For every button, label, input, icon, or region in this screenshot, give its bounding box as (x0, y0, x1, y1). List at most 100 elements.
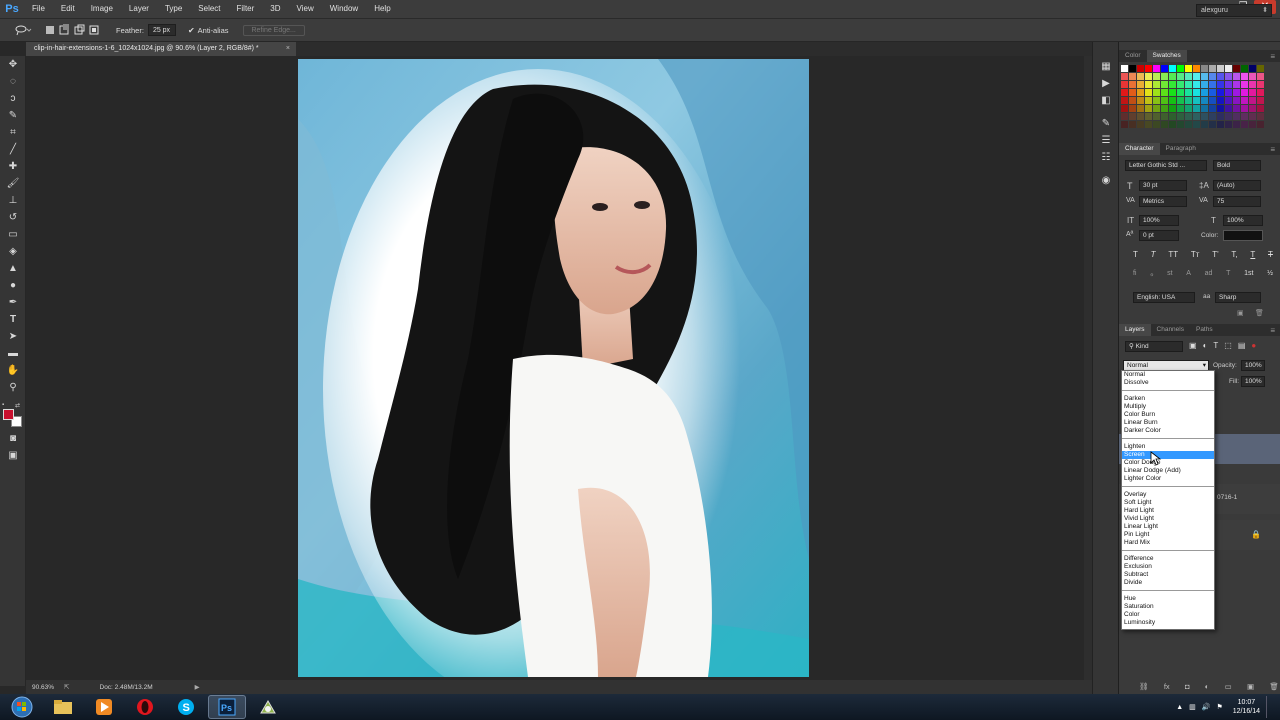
photoshop-taskbar-icon[interactable]: Ps (208, 695, 246, 719)
blend-option-color-burn[interactable]: Color Burn (1122, 411, 1214, 419)
crop-tool-icon[interactable]: ⌗ (0, 124, 26, 141)
color-swatch[interactable] (1233, 97, 1240, 104)
adjustment-layer-icon[interactable]: ◐ (1205, 682, 1210, 691)
color-swatch[interactable] (1153, 121, 1160, 128)
superscript-icon[interactable]: T' (1212, 250, 1218, 259)
color-swatch[interactable] (1177, 65, 1184, 72)
faux-bold-icon[interactable]: T (1133, 250, 1138, 259)
blend-option-overlay[interactable]: Overlay (1122, 491, 1214, 499)
titling-alternates-icon[interactable]: T (1226, 270, 1230, 278)
type-filter-icon[interactable]: T (1213, 341, 1218, 350)
color-swatch[interactable] (1153, 105, 1160, 112)
fill-input[interactable]: 100% (1241, 376, 1265, 387)
color-swatch[interactable] (1217, 89, 1224, 96)
color-swatch[interactable] (1193, 81, 1200, 88)
blend-mode-dropdown[interactable]: Normal Dissolve Darken Multiply Color Burn Li… (1121, 370, 1215, 630)
color-swatch[interactable] (1145, 65, 1152, 72)
color-swatch[interactable] (1161, 105, 1168, 112)
foreground-color-swatch[interactable] (3, 409, 14, 420)
menu-edit[interactable]: Edit (53, 0, 83, 18)
color-swatch[interactable] (1177, 97, 1184, 104)
blend-option-luminosity[interactable]: Luminosity (1122, 619, 1214, 627)
color-swatch[interactable] (1161, 73, 1168, 80)
antialias-check-icon[interactable]: ✔ (188, 26, 195, 35)
color-swatch[interactable] (1217, 121, 1224, 128)
panel-menu-icon[interactable]: ≡ (1270, 326, 1275, 335)
color-swatch[interactable] (1153, 81, 1160, 88)
new-layer-icon[interactable]: ▣ (1247, 682, 1254, 691)
blend-option-linear-light[interactable]: Linear Light (1122, 523, 1214, 531)
color-swatch[interactable] (1233, 65, 1240, 72)
adjustments-panel-icon[interactable]: ☰ (1093, 132, 1119, 149)
filter-toggle-icon[interactable]: ● (1251, 341, 1256, 350)
menu-window[interactable]: Window (322, 0, 366, 18)
antialias-select[interactable]: Sharp (1215, 292, 1261, 303)
color-swatch[interactable] (1153, 65, 1160, 72)
color-swatch[interactable] (1201, 105, 1208, 112)
default-colors-icon[interactable]: ▪ (2, 402, 4, 408)
close-tab-icon[interactable]: × (286, 42, 290, 56)
color-swatch[interactable] (1161, 65, 1168, 72)
color-swatch[interactable] (1145, 97, 1152, 104)
color-swatch[interactable] (1257, 105, 1264, 112)
paint-bucket-tool-icon[interactable]: ◈ (0, 243, 26, 260)
font-style-select[interactable]: Bold (1213, 160, 1261, 171)
actions-panel-icon[interactable]: ▶ (1093, 75, 1119, 92)
history-panel-icon[interactable]: ▦ (1093, 58, 1119, 75)
color-swatch[interactable] (1137, 65, 1144, 72)
marquee-tool-icon[interactable]: ◌ (0, 73, 26, 90)
color-swatch[interactable] (1137, 89, 1144, 96)
color-swatch[interactable] (1193, 65, 1200, 72)
blend-option-linear-burn[interactable]: Linear Burn (1122, 419, 1214, 427)
dodge-tool-icon[interactable]: ● (0, 277, 26, 294)
quick-select-tool-icon[interactable]: ✎ (0, 107, 26, 124)
color-swatch[interactable] (1169, 65, 1176, 72)
language-select[interactable]: English: USA (1133, 292, 1195, 303)
font-family-select[interactable]: Letter Gothic Std ... (1125, 160, 1207, 171)
faux-italic-icon[interactable]: T (1151, 250, 1156, 259)
feather-input[interactable]: 25 px (147, 24, 176, 36)
vertical-scrollbar[interactable] (1084, 56, 1092, 680)
blend-option-divide[interactable]: Divide (1122, 579, 1214, 587)
color-swatch[interactable] (1169, 97, 1176, 104)
tab-layers[interactable]: Layers (1119, 324, 1151, 336)
color-swatch[interactable] (1129, 105, 1136, 112)
color-swatch[interactable] (1257, 97, 1264, 104)
subscript-icon[interactable]: T, (1231, 250, 1237, 259)
blend-option-multiply[interactable]: Multiply (1122, 403, 1214, 411)
quick-mask-icon[interactable]: ◙ (0, 430, 26, 447)
color-swatch[interactable] (1225, 121, 1232, 128)
color-swatch[interactable] (1153, 113, 1160, 120)
underline-icon[interactable]: T (1250, 250, 1255, 259)
flag-icon[interactable]: ⚑ (1216, 703, 1222, 711)
tab-color[interactable]: Color (1119, 50, 1147, 62)
color-swatch[interactable] (1161, 121, 1168, 128)
color-swatch[interactable] (1145, 121, 1152, 128)
document-canvas[interactable] (298, 59, 809, 677)
trash-icon[interactable]: 🗑 (1255, 309, 1264, 317)
color-swatch[interactable] (1201, 97, 1208, 104)
ligatures-icon[interactable]: ﬁ (1133, 270, 1137, 278)
color-swatch[interactable] (1161, 113, 1168, 120)
color-swatch[interactable] (1145, 81, 1152, 88)
color-swatch[interactable] (1185, 65, 1192, 72)
shape-tool-icon[interactable]: ▬ (0, 345, 26, 362)
color-swatch[interactable] (1249, 121, 1256, 128)
color-swatch[interactable] (1257, 65, 1264, 72)
color-swatch[interactable] (1153, 89, 1160, 96)
new-group-icon[interactable]: ▭ (1225, 682, 1232, 691)
fx-icon[interactable]: fx (1164, 682, 1170, 691)
color-swatch[interactable] (1121, 121, 1128, 128)
brush-tool-icon[interactable]: 🖌 (0, 175, 26, 192)
menu-help[interactable]: Help (366, 0, 398, 18)
color-swatch[interactable] (1129, 73, 1136, 80)
tracking-input[interactable]: 75 (1213, 196, 1261, 207)
color-swatch[interactable] (1233, 73, 1240, 80)
color-swatch[interactable] (1177, 105, 1184, 112)
color-swatch[interactable] (1193, 97, 1200, 104)
strikethrough-icon[interactable]: T (1268, 250, 1273, 259)
color-swatch[interactable] (1121, 97, 1128, 104)
eraser-tool-icon[interactable]: ▭ (0, 226, 26, 243)
color-swatch[interactable] (1217, 97, 1224, 104)
lasso-tool-icon[interactable]: ↄ (0, 90, 26, 107)
